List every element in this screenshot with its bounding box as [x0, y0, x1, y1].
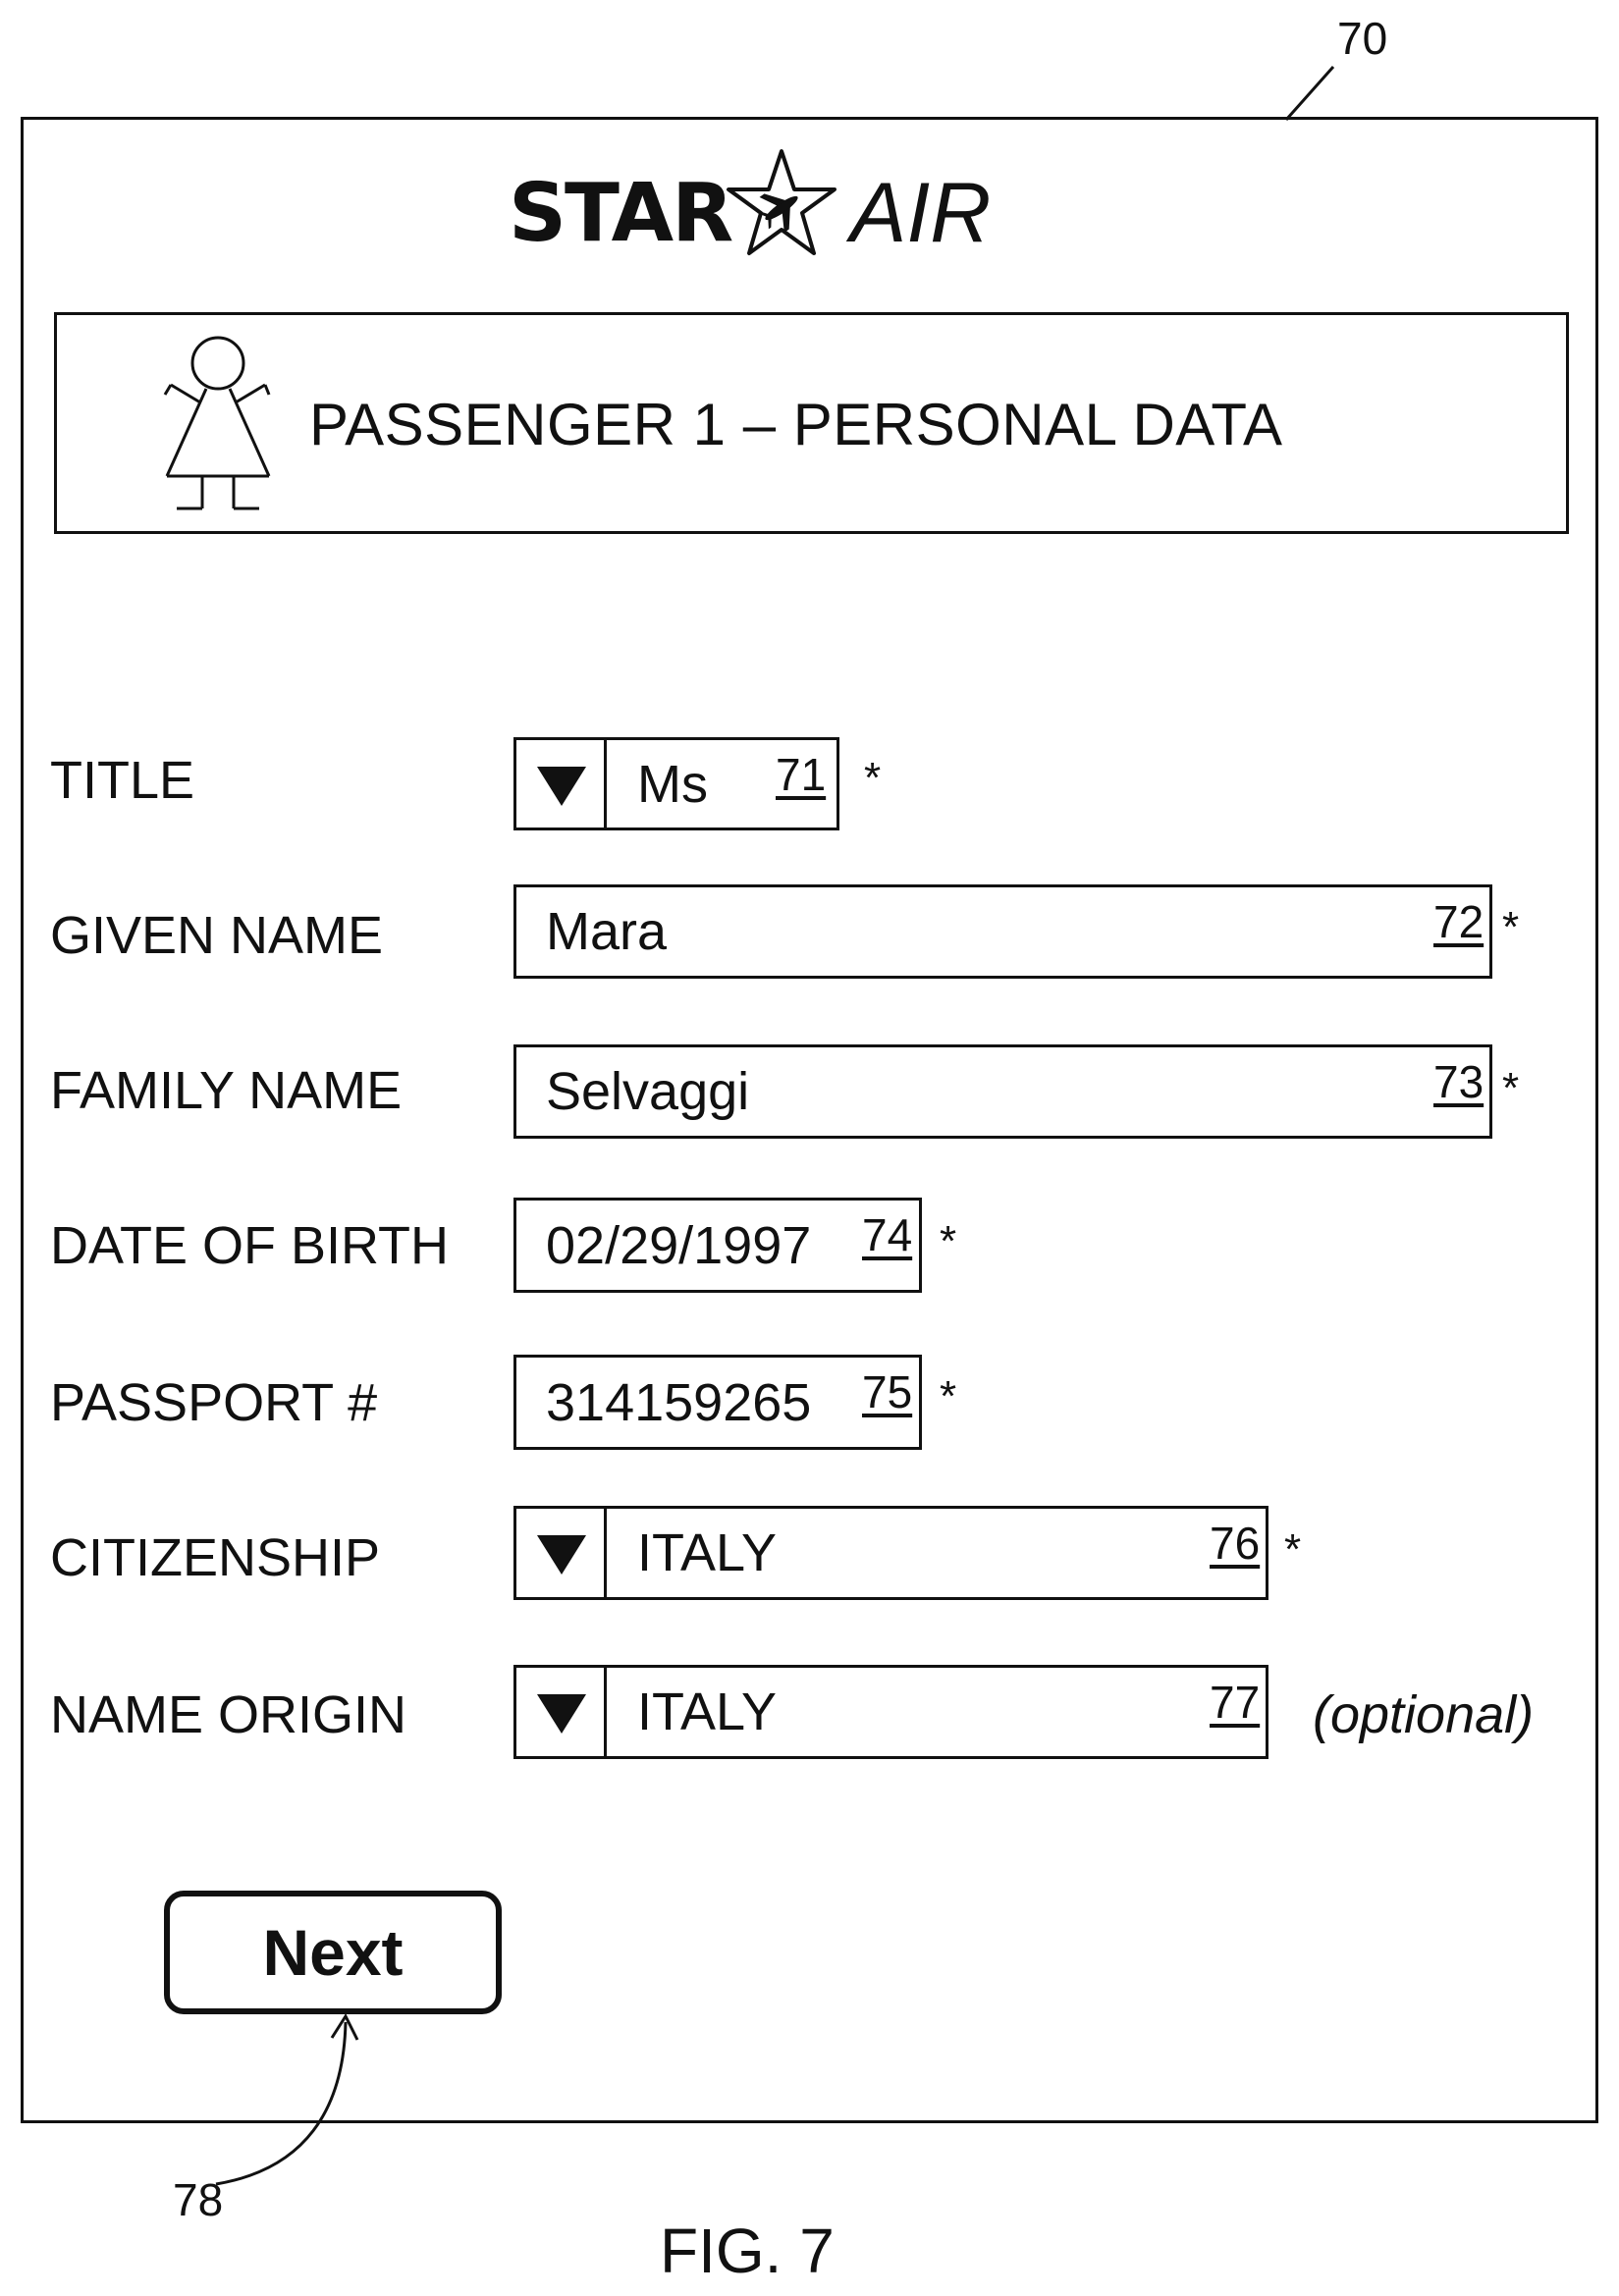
passport-label: PASSPORT # — [50, 1372, 377, 1433]
required-mark: * — [940, 1372, 956, 1421]
logo-star-text: STAR — [509, 167, 731, 260]
required-mark: * — [864, 754, 881, 803]
required-mark: * — [1284, 1525, 1301, 1575]
ref-71: 71 — [776, 748, 826, 801]
required-mark: * — [940, 1217, 956, 1266]
citizenship-label: CITIZENSHIP — [50, 1527, 380, 1588]
page-title: PASSENGER 1 – PERSONAL DATA — [309, 391, 1283, 458]
passport-value: 314159265 — [546, 1372, 811, 1433]
ref-77: 77 — [1210, 1676, 1260, 1729]
given-name-value: Mara — [546, 901, 667, 962]
title-select-value: Ms — [637, 754, 708, 815]
triangle-down-icon[interactable] — [516, 1668, 607, 1756]
passport-field[interactable]: 314159265 75 — [513, 1355, 922, 1450]
name-origin-select-value: ITALY — [637, 1682, 777, 1742]
ref-74: 74 — [862, 1208, 912, 1261]
citizenship-select-value: ITALY — [637, 1522, 777, 1583]
date-of-birth-field[interactable]: 02/29/1997 74 — [513, 1198, 922, 1293]
family-name-value: Selvaggi — [546, 1061, 749, 1122]
next-button[interactable]: Next — [164, 1891, 502, 2014]
ref-70: 70 — [1337, 12, 1387, 65]
ref-75: 75 — [862, 1365, 912, 1418]
ref-78-leader — [196, 2002, 373, 2199]
citizenship-select[interactable]: ITALY 76 — [513, 1506, 1268, 1600]
figure-caption: FIG. 7 — [660, 2215, 835, 2287]
given-name-label: GIVEN NAME — [50, 905, 383, 966]
given-name-field[interactable]: Mara 72 — [513, 884, 1492, 979]
name-origin-select[interactable]: ITALY 77 — [513, 1665, 1268, 1759]
star-with-airplane-icon — [723, 145, 840, 265]
required-mark: * — [1502, 1064, 1519, 1113]
passenger-female-icon — [157, 334, 285, 520]
title-label: TITLE — [50, 750, 194, 811]
logo-air-text: AIR — [850, 165, 991, 262]
name-origin-label: NAME ORIGIN — [50, 1684, 406, 1745]
optional-note: (optional) — [1313, 1684, 1534, 1745]
date-of-birth-label: DATE OF BIRTH — [50, 1215, 449, 1276]
date-of-birth-value: 02/29/1997 — [546, 1215, 811, 1276]
ref-78: 78 — [173, 2173, 223, 2226]
required-mark: * — [1502, 903, 1519, 952]
triangle-down-icon[interactable] — [516, 1509, 607, 1597]
ref-76: 76 — [1210, 1517, 1260, 1570]
ref-72: 72 — [1433, 895, 1484, 948]
ref-73: 73 — [1433, 1055, 1484, 1108]
star-air-logo: STAR AIR — [509, 145, 1019, 273]
triangle-down-icon[interactable] — [516, 740, 607, 828]
title-select[interactable]: Ms 71 — [513, 737, 839, 830]
family-name-label: FAMILY NAME — [50, 1060, 402, 1121]
family-name-field[interactable]: Selvaggi 73 — [513, 1044, 1492, 1139]
